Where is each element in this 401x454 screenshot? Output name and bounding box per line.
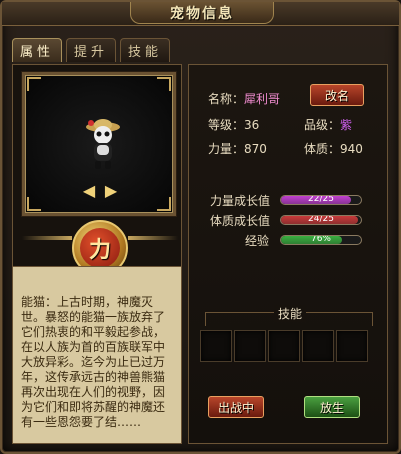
stamina-label: 体质： (304, 142, 341, 156)
title-bar: 宠物信息 (2, 2, 399, 26)
stamina-growth-label: 体质成长值 (210, 214, 271, 228)
pet-description: 能猫：上古时期，神魔灭世。暴怒的能猫一族放弃了它们热衷的和平毅起参战，在以人族为… (21, 295, 166, 429)
pet-description-box: 能猫：上古时期，神魔灭世。暴怒的能猫一族放弃了它们热衷的和平毅起参战，在以人族为… (12, 266, 182, 444)
tab-attributes[interactable]: 属性 (12, 38, 62, 62)
power-value: 870 (244, 142, 267, 156)
stamina-row: 体质：940 (304, 140, 363, 157)
arrow-right-icon[interactable]: ▶ (102, 183, 120, 199)
stamina-growth-bar: 24/25 (280, 215, 362, 225)
rotate-arrows: ◀ ▶ (80, 183, 120, 199)
emblem-wing-left (22, 236, 72, 240)
level-value: 36 (244, 118, 260, 132)
skill-slot[interactable] (302, 330, 334, 362)
exp-bar: 76% (280, 235, 362, 245)
tab-bar: 属性 提升 技能 (12, 38, 170, 62)
pet-name: 犀利哥 (244, 92, 281, 106)
release-button[interactable]: 放生 (304, 396, 360, 418)
frame-corner (157, 77, 171, 91)
tab-skills[interactable]: 技能 (120, 38, 170, 62)
frame-corner (27, 77, 41, 91)
battle-status-button[interactable]: 出战中 (208, 396, 264, 418)
arrow-left-icon[interactable]: ◀ (80, 183, 98, 199)
skill-slot[interactable] (336, 330, 368, 362)
pet-name-row: 名称：犀利哥 (208, 90, 280, 107)
stamina-value: 940 (340, 142, 363, 156)
skill-slot[interactable] (268, 330, 300, 362)
power-type-icon: 力 (80, 228, 120, 268)
skill-slot[interactable] (234, 330, 266, 362)
exp-label: 经验 (245, 234, 270, 248)
rename-button[interactable]: 改名 (310, 84, 364, 106)
power-row: 力量：870 (208, 140, 267, 157)
power-growth-bar: 22/25 (280, 195, 362, 205)
quality-label: 品级： (304, 118, 341, 132)
name-label: 名称： (208, 92, 245, 106)
stamina-growth-text: 24/25 (308, 215, 334, 224)
level-row: 等级：36 (208, 116, 259, 133)
frame-corner (157, 197, 171, 211)
power-growth-text: 22/25 (308, 195, 334, 204)
exp-text: 76% (310, 235, 331, 244)
power-growth-label: 力量成长值 (210, 194, 271, 208)
title-plate: 宠物信息 (130, 2, 274, 24)
skills-heading: 技能 (274, 305, 307, 322)
emblem-wing-right (128, 236, 178, 240)
window-title: 宠物信息 (170, 5, 234, 22)
skill-slots (200, 330, 368, 362)
tab-upgrade[interactable]: 提升 (66, 38, 116, 62)
skill-slot[interactable] (200, 330, 232, 362)
panda-pet-sprite (86, 119, 120, 169)
power-label: 力量： (208, 142, 245, 156)
frame-corner (27, 197, 41, 211)
level-label: 等级： (208, 118, 245, 132)
quality-row: 品级：紫 (304, 116, 352, 133)
quality-value: 紫 (340, 118, 353, 132)
